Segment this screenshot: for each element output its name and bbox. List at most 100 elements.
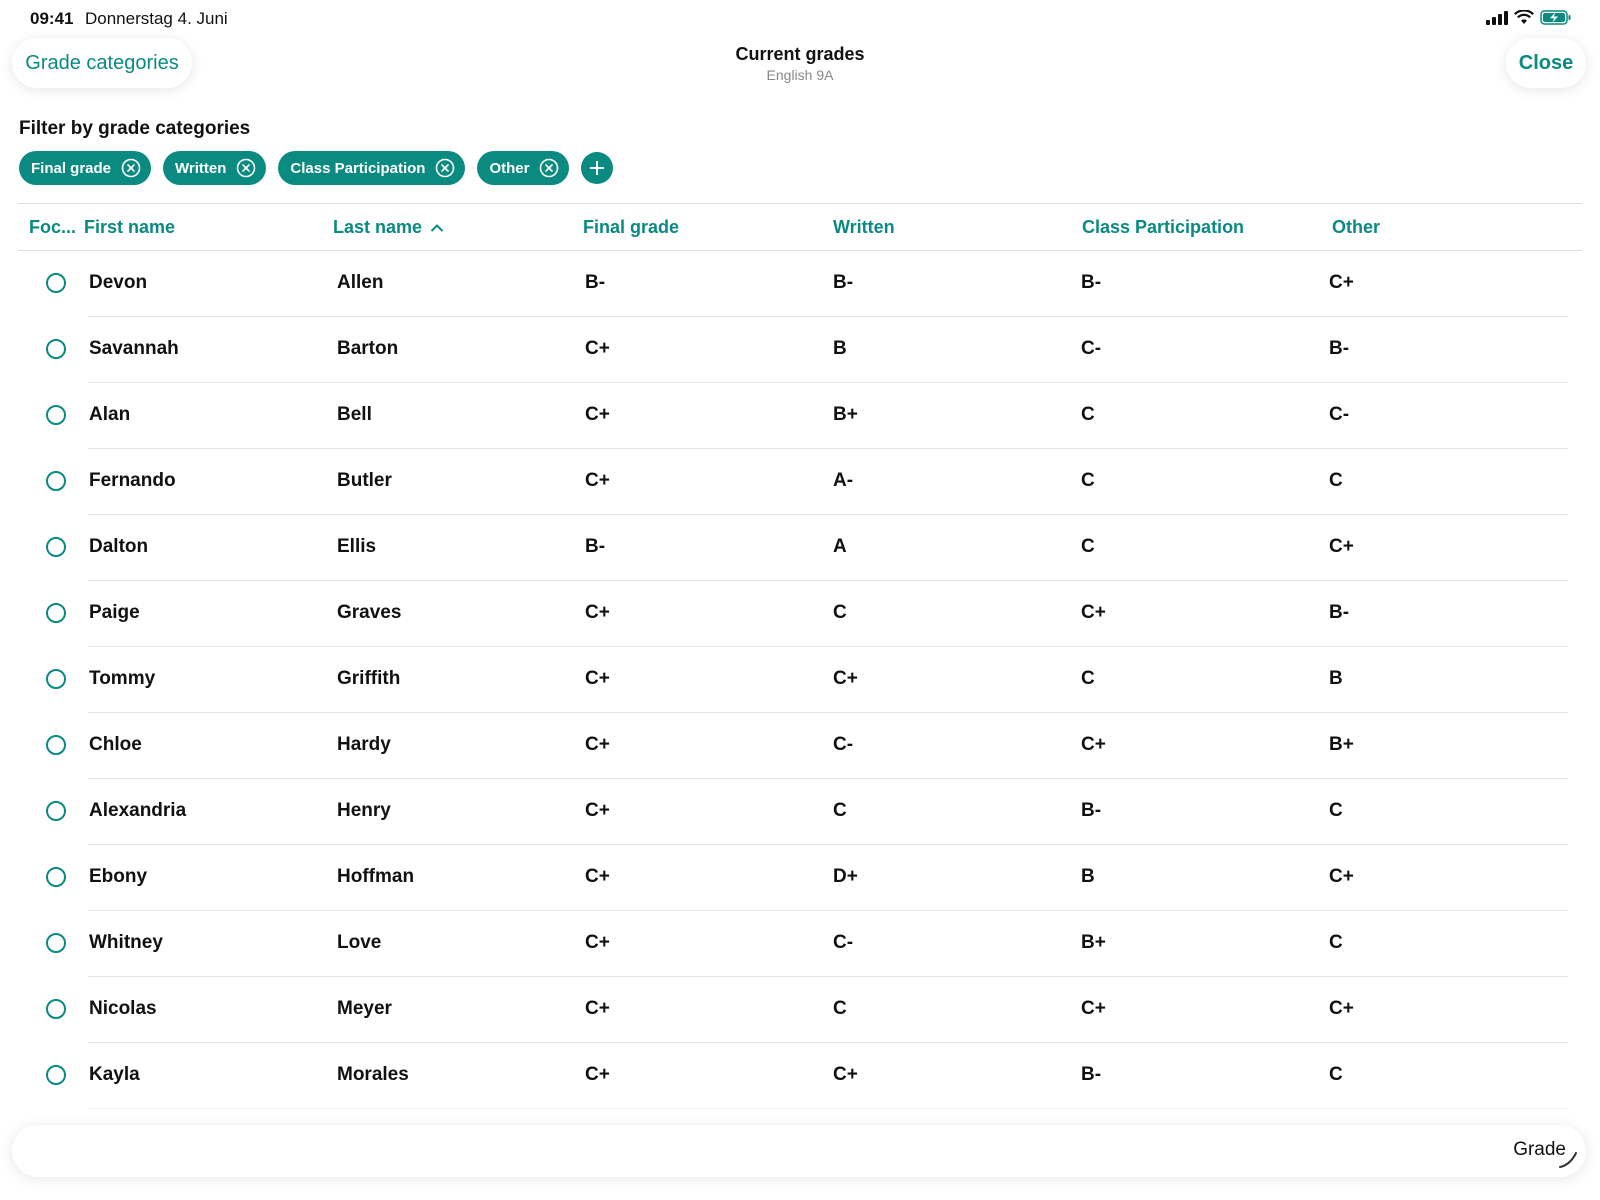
- title-block: Current grades English 9A: [0, 44, 1600, 83]
- column-header-other[interactable]: Other: [1332, 217, 1380, 238]
- table-row[interactable]: Alexandria Henry C+ C B- C: [0, 779, 1600, 845]
- remove-chip-icon[interactable]: [539, 158, 559, 178]
- focus-radio[interactable]: [46, 801, 66, 821]
- cell-class-participation: B+: [1081, 932, 1106, 953]
- cell-class-participation: C+: [1081, 734, 1106, 755]
- cell-written: C: [833, 800, 847, 821]
- cell-final-grade: C+: [585, 470, 610, 491]
- column-header-written[interactable]: Written: [833, 217, 895, 238]
- cell-written: A: [833, 536, 847, 557]
- cell-first-name: Nicolas: [89, 998, 157, 1019]
- cell-written: C-: [833, 932, 854, 953]
- filter-chip-class-participation[interactable]: Class Participation: [278, 151, 466, 185]
- battery-charging-icon: [1540, 10, 1571, 25]
- focus-radio[interactable]: [46, 933, 66, 953]
- cell-final-grade: C+: [585, 602, 610, 623]
- cell-first-name: Alan: [89, 404, 131, 425]
- cell-final-grade: C+: [585, 404, 610, 425]
- table-row[interactable]: Dalton Ellis B- A C C+: [0, 515, 1600, 581]
- cell-written: C: [833, 998, 847, 1019]
- cell-first-name: Savannah: [89, 338, 179, 359]
- cell-other: C-: [1329, 404, 1350, 425]
- focus-radio[interactable]: [46, 999, 66, 1019]
- cell-first-name: Whitney: [89, 932, 163, 953]
- chip-label: Class Participation: [290, 159, 426, 177]
- table-row[interactable]: Chloe Hardy C+ C- C+ B+: [0, 713, 1600, 779]
- column-header-label: Last name: [333, 217, 423, 237]
- resize-handle-icon[interactable]: [1556, 1147, 1580, 1171]
- cell-last-name: Hardy: [337, 734, 391, 755]
- cell-written: C+: [833, 668, 858, 689]
- table-row[interactable]: Nicolas Meyer C+ C C+ C+: [0, 977, 1600, 1043]
- cell-first-name: Chloe: [89, 734, 142, 755]
- cell-other: C: [1329, 932, 1343, 953]
- close-button[interactable]: Close: [1506, 38, 1586, 88]
- chip-label: Other: [489, 159, 530, 177]
- focus-radio[interactable]: [46, 273, 66, 293]
- table-row[interactable]: Devon Allen B- B- B- C+: [0, 251, 1600, 317]
- cellular-signal-icon: [1486, 10, 1508, 25]
- table-row[interactable]: Whitney Love C+ C- B+ C: [0, 911, 1600, 977]
- cell-other: B+: [1329, 734, 1354, 755]
- cell-last-name: Henry: [337, 800, 391, 821]
- table-row[interactable]: Savannah Barton C+ B C- B-: [0, 317, 1600, 383]
- cell-final-grade: C+: [585, 800, 610, 821]
- cell-first-name: Alexandria: [89, 800, 187, 821]
- focus-radio[interactable]: [46, 405, 66, 425]
- cell-last-name: Meyer: [337, 998, 392, 1019]
- cell-written: C+: [833, 1064, 858, 1085]
- filter-chips: Final grade Written Class Participation …: [19, 151, 614, 185]
- cell-class-participation: B-: [1081, 800, 1102, 821]
- cell-last-name: Graves: [337, 602, 402, 623]
- cell-class-participation: C: [1081, 404, 1095, 425]
- filter-label: Filter by grade categories: [19, 118, 251, 139]
- remove-chip-icon[interactable]: [236, 158, 256, 178]
- cell-class-participation: B-: [1081, 272, 1102, 293]
- column-header-class-participation[interactable]: Class Participation: [1082, 217, 1244, 238]
- filter-chip-written[interactable]: Written: [163, 151, 267, 185]
- plus-icon: [590, 161, 605, 175]
- table-row[interactable]: Alan Bell C+ B+ C C-: [0, 383, 1600, 449]
- focus-radio[interactable]: [46, 735, 66, 755]
- cell-last-name: Morales: [337, 1064, 409, 1085]
- cell-last-name: Hoffman: [337, 866, 415, 887]
- column-header-last-name[interactable]: Last name: [333, 217, 444, 238]
- cell-other: C: [1329, 1064, 1343, 1085]
- remove-chip-icon[interactable]: [435, 158, 455, 178]
- cell-other: B: [1329, 668, 1343, 689]
- cell-other: C+: [1329, 998, 1354, 1019]
- cell-first-name: Dalton: [89, 536, 149, 557]
- cell-written: B+: [833, 404, 858, 425]
- cell-class-participation: C+: [1081, 998, 1106, 1019]
- cell-class-participation: C: [1081, 470, 1095, 491]
- cell-final-grade: C+: [585, 998, 610, 1019]
- focus-radio[interactable]: [46, 603, 66, 623]
- cell-final-grade: B-: [585, 272, 606, 293]
- cell-class-participation: C+: [1081, 602, 1106, 623]
- column-header-first-name[interactable]: First name: [84, 217, 175, 238]
- filter-chip-other[interactable]: Other: [477, 151, 570, 185]
- focus-radio[interactable]: [46, 867, 66, 887]
- filter-chip-final-grade[interactable]: Final grade: [19, 151, 152, 185]
- cell-written: D+: [833, 866, 858, 887]
- page-title: Current grades: [735, 44, 865, 64]
- table-row[interactable]: Fernando Butler C+ A- C C: [0, 449, 1600, 515]
- table-row[interactable]: Ebony Hoffman C+ D+ B C+: [0, 845, 1600, 911]
- focus-radio[interactable]: [46, 339, 66, 359]
- cell-final-grade: B-: [585, 536, 606, 557]
- add-filter-button[interactable]: [581, 152, 614, 184]
- remove-chip-icon[interactable]: [121, 158, 141, 178]
- cell-written: C: [833, 602, 847, 623]
- focus-radio[interactable]: [46, 1065, 66, 1085]
- focus-radio[interactable]: [46, 669, 66, 689]
- cell-written: B-: [833, 272, 854, 293]
- table-row[interactable]: Tommy Griffith C+ C+ C B: [0, 647, 1600, 713]
- status-time: 09:41: [30, 9, 74, 28]
- column-header-final-grade[interactable]: Final grade: [583, 217, 679, 238]
- focus-radio[interactable]: [46, 471, 66, 491]
- cell-final-grade: C+: [585, 668, 610, 689]
- table-row[interactable]: Paige Graves C+ C C+ B-: [0, 581, 1600, 647]
- focus-radio[interactable]: [46, 537, 66, 557]
- column-header-focus[interactable]: Foc...: [29, 217, 76, 238]
- cell-first-name: Tommy: [89, 668, 156, 689]
